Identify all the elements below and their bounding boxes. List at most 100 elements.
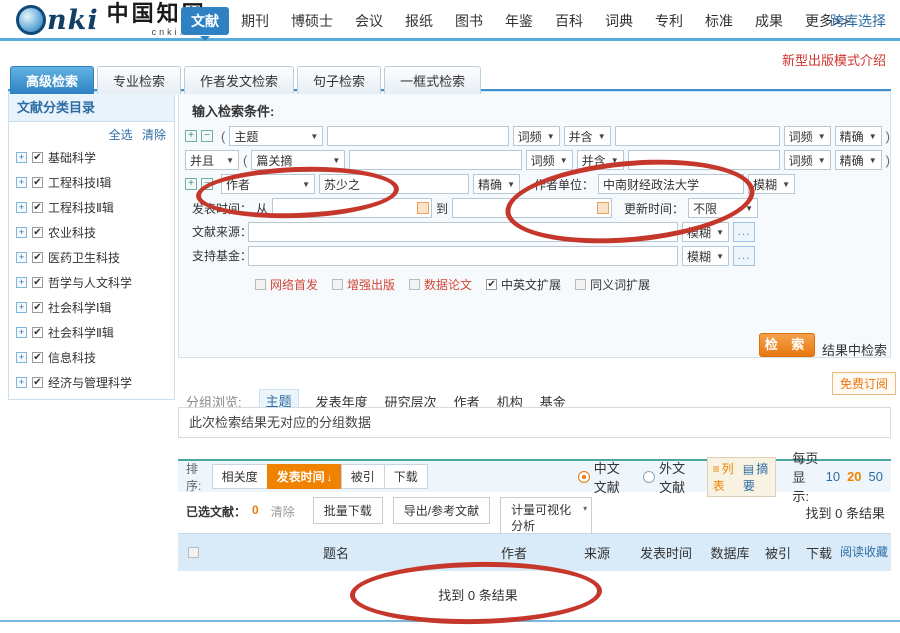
match-select-author-unit[interactable]: 模糊 <box>748 174 795 194</box>
bool-select-row2[interactable]: 并且 <box>185 150 239 170</box>
expand-icon[interactable] <box>16 252 27 263</box>
option-data-paper[interactable]: 数据论文 <box>409 276 472 293</box>
select-all-checkbox[interactable] <box>188 547 199 558</box>
nav-item-journals[interactable]: 期刊 <box>231 7 279 35</box>
sidebar-item-engineering-1[interactable]: 工程科技Ⅰ辑 <box>9 170 174 195</box>
nav-item-patents[interactable]: 专利 <box>645 7 693 35</box>
nav-item-achievements[interactable]: 成果 <box>745 7 793 35</box>
abstract-view-button[interactable]: 摘要 <box>743 460 770 494</box>
fund-more-button[interactable] <box>733 246 755 266</box>
sidebar-item-social-science-1[interactable]: 社会科学Ⅰ辑 <box>9 295 174 320</box>
column-source[interactable]: 来源 <box>564 543 630 562</box>
expand-icon[interactable] <box>16 177 27 188</box>
sidebar-item-economics[interactable]: 经济与管理科学 <box>9 370 174 395</box>
sort-cited[interactable]: 被引 <box>341 464 385 489</box>
nav-item-yearbooks[interactable]: 年鉴 <box>495 7 543 35</box>
sidebar-item-information-tech[interactable]: 信息科技 <box>9 345 174 370</box>
clear-selection-link[interactable]: 清除 <box>271 503 295 520</box>
word-freq-select-row1a[interactable]: 词频 <box>513 126 560 146</box>
date-to-input[interactable] <box>452 198 612 218</box>
option-enhanced-publish[interactable]: 增强出版 <box>332 276 395 293</box>
column-download[interactable]: 下载 <box>798 543 840 562</box>
nav-item-encyclopedia[interactable]: 百科 <box>545 7 593 35</box>
expand-icon[interactable] <box>16 327 27 338</box>
sidebar-item-philosophy[interactable]: 哲学与人文科学 <box>9 270 174 295</box>
checkbox-icon[interactable] <box>32 352 43 363</box>
author-name-input[interactable] <box>319 174 469 194</box>
batch-download-button[interactable]: 批量下载 <box>313 497 383 524</box>
checkbox-icon[interactable] <box>32 252 43 263</box>
checkbox-icon[interactable] <box>575 279 586 290</box>
new-publish-mode-link[interactable]: 新型出版模式介绍 <box>782 50 886 69</box>
match-select-fund[interactable]: 模糊 <box>682 246 729 266</box>
operator-select-row2[interactable]: 并含 <box>577 150 624 170</box>
per-page-50[interactable]: 50 <box>869 469 883 484</box>
nav-item-literature[interactable]: 文献 <box>181 7 229 35</box>
nav-item-dictionary[interactable]: 词典 <box>595 7 643 35</box>
expand-icon[interactable] <box>16 227 27 238</box>
checkbox-icon[interactable] <box>32 152 43 163</box>
sidebar-item-engineering-2[interactable]: 工程科技Ⅱ辑 <box>9 195 174 220</box>
word-freq-select-row1b[interactable]: 词频 <box>784 126 831 146</box>
column-author[interactable]: 作者 <box>464 543 564 562</box>
chinese-literature-radio[interactable]: 中文文献 <box>578 458 627 496</box>
match-select-row1[interactable]: 精确 <box>835 126 882 146</box>
tab-author-search[interactable]: 作者发文检索 <box>184 66 294 94</box>
view-mode-toggle[interactable]: 列表 摘要 <box>707 457 777 497</box>
column-title[interactable]: 题名 <box>208 543 464 562</box>
free-subscribe-button[interactable]: 免费订阅 <box>832 372 896 395</box>
checkbox-icon[interactable] <box>32 177 43 188</box>
calendar-icon[interactable] <box>597 202 609 214</box>
field-select-author[interactable]: 作者 <box>221 174 315 194</box>
checkbox-icon[interactable] <box>32 377 43 388</box>
tab-advanced-search[interactable]: 高级检索 <box>10 66 94 94</box>
source-more-button[interactable] <box>733 222 755 242</box>
per-page-10[interactable]: 10 <box>826 469 840 484</box>
expand-icon[interactable] <box>16 352 27 363</box>
export-reference-button[interactable]: 导出/参考文献 <box>393 497 490 524</box>
checkbox-icon[interactable] <box>32 227 43 238</box>
sort-relevance[interactable]: 相关度 <box>212 464 268 489</box>
word-freq-select-row2b[interactable]: 词频 <box>784 150 831 170</box>
word-freq-select-row2a[interactable]: 词频 <box>526 150 573 170</box>
option-cn-en-extend[interactable]: 中英文扩展 <box>486 276 561 293</box>
cross-db-select-link[interactable]: 跨库选择 <box>830 11 886 31</box>
checkbox-icon[interactable] <box>332 279 343 290</box>
sidebar-item-agriculture[interactable]: 农业科技 <box>9 220 174 245</box>
expand-icon[interactable] <box>16 277 27 288</box>
calendar-icon[interactable] <box>417 202 429 214</box>
update-time-select[interactable]: 不限 <box>688 198 758 218</box>
column-cited[interactable]: 被引 <box>758 543 798 562</box>
remove-row-icon[interactable]: − <box>201 178 213 190</box>
tab-sentence-search[interactable]: 句子检索 <box>297 66 381 94</box>
field-select-row1[interactable]: 主题 <box>229 126 323 146</box>
match-select-author[interactable]: 精确 <box>473 174 520 194</box>
search-in-results-link[interactable]: 结果中检索 <box>822 340 887 359</box>
sidebar-item-social-science-2[interactable]: 社会科学Ⅱ辑 <box>9 320 174 345</box>
checkbox-icon[interactable] <box>32 202 43 213</box>
add-row-icon[interactable]: + <box>185 178 197 190</box>
expand-icon[interactable] <box>16 302 27 313</box>
date-from-input[interactable] <box>272 198 432 218</box>
option-synonym-extend[interactable]: 同义词扩展 <box>575 276 650 293</box>
sidebar-item-medicine[interactable]: 医药卫生科技 <box>9 245 174 270</box>
checkbox-icon[interactable] <box>486 279 497 290</box>
column-publish-date[interactable]: 发表时间 <box>630 543 702 562</box>
select-all-link[interactable]: 全选 <box>109 128 133 142</box>
fund-input[interactable] <box>248 246 678 266</box>
nav-item-books[interactable]: 图书 <box>445 7 493 35</box>
per-page-20[interactable]: 20 <box>847 469 861 484</box>
column-database[interactable]: 数据库 <box>702 543 758 562</box>
column-favorite[interactable]: 收藏 <box>864 546 888 560</box>
column-read[interactable]: 阅读 <box>840 546 864 560</box>
expand-icon[interactable] <box>16 202 27 213</box>
expand-icon[interactable] <box>16 377 27 388</box>
cnki-logo[interactable]: nki 中国知网 cnki.net <box>16 3 207 37</box>
sort-publish-date[interactable]: 发表时间 <box>267 464 342 489</box>
source-input[interactable] <box>248 222 678 242</box>
search-button[interactable]: 检 索 <box>759 333 815 357</box>
search-term-input-row2[interactable] <box>349 150 521 170</box>
search-term-input-row1[interactable] <box>327 126 508 146</box>
search-term-input-row2b[interactable] <box>628 150 780 170</box>
sort-downloads[interactable]: 下载 <box>384 464 428 489</box>
